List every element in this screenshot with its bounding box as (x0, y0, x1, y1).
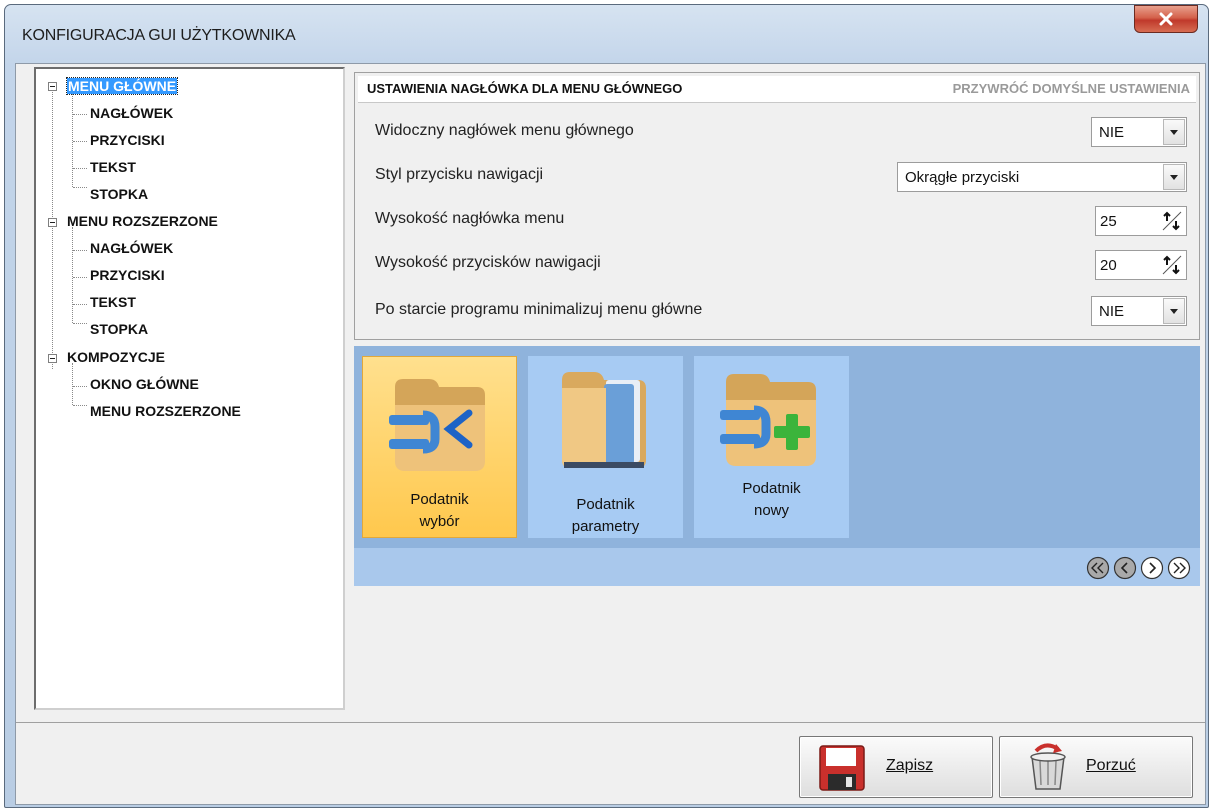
expander-menu-glowne[interactable] (48, 82, 57, 91)
config-tree[interactable]: MENU GŁÓWNE NAGŁÓWEK PRZYCISKI TEKST STO… (34, 67, 345, 710)
select-value: NIE (1099, 124, 1125, 141)
setting-label-nav-height: Wysokość przycisków nawigacji (375, 254, 601, 271)
spin-updown-icon[interactable] (1161, 210, 1183, 232)
dropdown-arrow-icon[interactable] (1163, 298, 1185, 324)
dropdown-arrow-icon[interactable] (1163, 119, 1185, 145)
nav-height-spinner[interactable]: 20 (1095, 250, 1187, 280)
expander-kompozycje[interactable] (48, 354, 57, 363)
footer-separator (16, 722, 1205, 723)
tree-item-okno-glowne[interactable]: OKNO GŁÓWNE (90, 376, 199, 393)
tree-item-przyciski-2[interactable]: PRZYCISKI (90, 267, 165, 284)
spin-updown-icon[interactable] (1161, 254, 1183, 276)
band-footer (354, 548, 1200, 586)
cancel-button[interactable]: Porzuć (999, 736, 1193, 798)
tree-item-tekst-2[interactable]: TEKST (90, 294, 136, 311)
close-button[interactable] (1134, 5, 1198, 33)
tile-caption: nowy (753, 502, 790, 519)
nav-first-icon[interactable] (1086, 556, 1110, 580)
tile-podatnik-wybor[interactable]: Podatnik wybór (362, 356, 517, 538)
folder-back-icon (389, 379, 485, 471)
reset-defaults-link[interactable]: PRZYWRÓĆ DOMYŚLNE USTAWIENIA (953, 81, 1190, 96)
save-button[interactable]: Zapisz (799, 736, 993, 798)
dialog-window: KONFIGURACJA GUI UŻYTKOWNIKA MENU GŁÓWNE… (4, 4, 1209, 808)
tree-item-tekst-1[interactable]: TEKST (90, 159, 136, 176)
visible-header-select[interactable]: NIE (1091, 117, 1187, 147)
setting-label-header-height: Wysokość nagłówka menu (375, 210, 565, 227)
minimize-menu-select[interactable]: NIE (1091, 296, 1187, 326)
tree-item-stopka-1[interactable]: STOPKA (90, 186, 148, 203)
settings-header: USTAWIENIA NAGŁÓWKA DLA MENU GŁÓWNEGO PR… (358, 76, 1196, 103)
tile-caption: Podatnik (576, 496, 635, 513)
tree-item-stopka-2[interactable]: STOPKA (90, 321, 148, 338)
tree-item-menu-rozszerzone-komp[interactable]: MENU ROZSZERZONE (90, 403, 241, 420)
header-height-spinner[interactable]: 25 (1095, 206, 1187, 236)
dialog-client: MENU GŁÓWNE NAGŁÓWEK PRZYCISKI TEKST STO… (15, 63, 1206, 805)
window-title: KONFIGURACJA GUI UŻYTKOWNIKA (22, 27, 296, 44)
nav-button-style-select[interactable]: Okrągłe przyciski (897, 162, 1187, 192)
settings-panel: USTAWIENIA NAGŁÓWKA DLA MENU GŁÓWNEGO PR… (354, 72, 1200, 340)
nav-next-icon[interactable] (1140, 556, 1164, 580)
select-value: Okrągłe przyciski (905, 169, 1020, 186)
dropdown-arrow-icon[interactable] (1163, 164, 1185, 190)
spinner-value: 20 (1100, 257, 1117, 274)
folder-add-icon (720, 374, 816, 466)
expander-menu-rozszerzone[interactable] (48, 218, 57, 227)
menu-preview-band: Podatnik wybór Podatnik parametry Podatn… (354, 346, 1200, 586)
tree-item-naglowek-1[interactable]: NAGŁÓWEK (90, 105, 173, 122)
setting-label-visible-header: Widoczny nagłówek menu głównego (375, 122, 634, 139)
tree-item-label: MENU GŁÓWNE (65, 77, 179, 95)
tree-item-naglowek-2[interactable]: NAGŁÓWEK (90, 240, 173, 257)
title-bar[interactable]: KONFIGURACJA GUI UŻYTKOWNIKA (5, 5, 1208, 65)
tree-item-menu-rozszerzone[interactable]: MENU ROZSZERZONE (67, 213, 218, 230)
cancel-button-label: Porzuć (1086, 757, 1136, 774)
tree-item-kompozycje[interactable]: KOMPOZYCJE (67, 349, 165, 366)
close-icon (1159, 12, 1173, 26)
tree-item-menu-glowne[interactable]: MENU GŁÓWNE (65, 77, 179, 95)
trash-bin-icon (1030, 743, 1066, 790)
nav-prev-icon[interactable] (1113, 556, 1137, 580)
settings-title: USTAWIENIA NAGŁÓWKA DLA MENU GŁÓWNEGO (367, 81, 683, 96)
tree-item-przyciski-1[interactable]: PRZYCISKI (90, 132, 165, 149)
tile-caption: wybór (419, 513, 460, 530)
floppy-disk-icon (819, 745, 865, 791)
setting-label-nav-style: Styl przycisku nawigacji (375, 166, 544, 183)
save-button-label: Zapisz (886, 757, 934, 774)
spinner-value: 25 (1100, 213, 1117, 230)
select-value: NIE (1099, 303, 1125, 320)
tile-podatnik-parametry[interactable]: Podatnik parametry (528, 356, 683, 538)
tile-caption: Podatnik (410, 491, 469, 508)
tile-podatnik-nowy[interactable]: Podatnik nowy (694, 356, 849, 538)
folder-open-icon (562, 372, 646, 468)
tile-caption: parametry (571, 518, 640, 535)
setting-label-minimize: Po starcie programu minimalizuj menu głó… (375, 301, 703, 318)
tile-caption: Podatnik (742, 480, 801, 497)
nav-last-icon[interactable] (1167, 556, 1191, 580)
